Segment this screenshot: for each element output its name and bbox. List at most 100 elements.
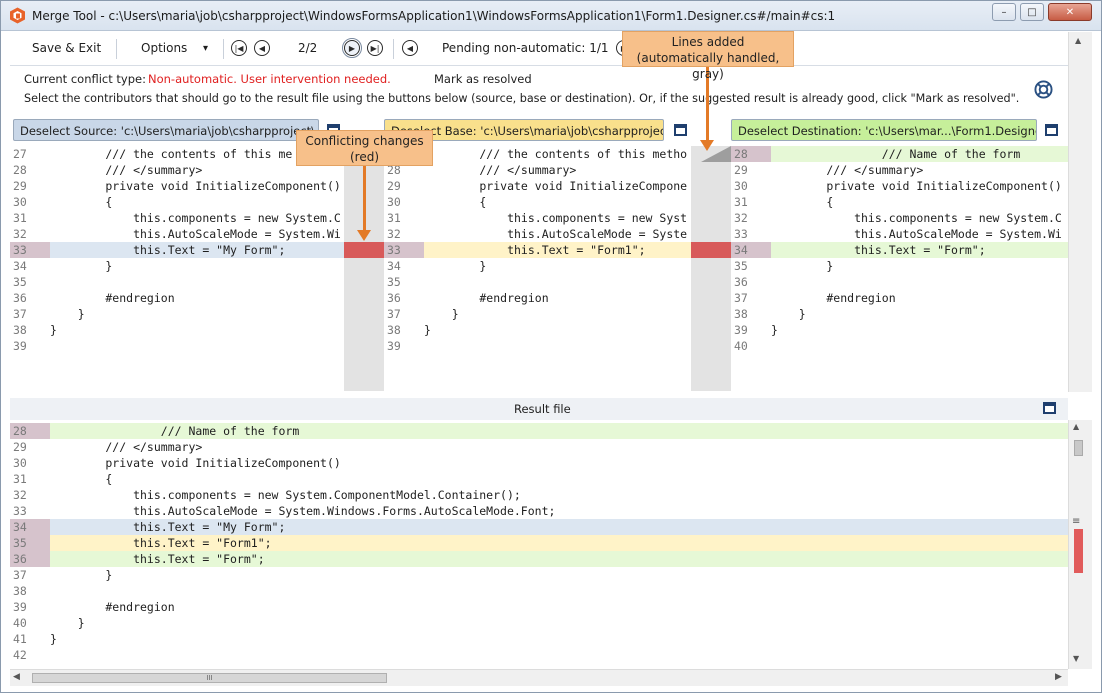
scroll-thumb[interactable] <box>1074 440 1083 456</box>
code-line: 28 /// Name of the form <box>10 423 1068 439</box>
toolbar: Save & Exit Options ▾ |◀ ◀ 2/2 ▶ ▶| ◀ Pe… <box>10 32 1068 66</box>
code-line: 39} <box>731 322 1068 338</box>
scroll-grip-icon: ≡ <box>1072 516 1081 527</box>
line-text: /// </summary> <box>771 163 924 177</box>
deselect-destination-button[interactable]: Deselect Destination: 'c:\Users\mar...\F… <box>731 119 1037 141</box>
code-line: 34 this.Text = "My Form"; <box>10 519 1068 535</box>
line-number: 29 <box>734 163 748 177</box>
horizontal-scroll-thumb[interactable]: III <box>32 673 387 683</box>
code-line: 30 { <box>10 194 344 210</box>
base-pane[interactable]: 27 /// the contents of this metho28 /// … <box>384 146 691 391</box>
minimize-button[interactable]: – <box>992 3 1016 21</box>
code-line: 40 <box>731 338 1068 354</box>
line-text: } <box>771 259 834 273</box>
code-line: 37 } <box>10 567 1068 583</box>
line-number: 39 <box>387 339 401 353</box>
base-code: 27 /// the contents of this metho28 /// … <box>384 146 691 354</box>
top-vertical-scrollbar[interactable]: ▲ <box>1068 32 1092 392</box>
added-lines-arrowhead <box>700 140 714 151</box>
code-line: 35 <box>10 274 344 290</box>
code-line: 33 this.AutoScaleMode = System.Wi <box>731 226 1068 242</box>
line-text: } <box>771 323 778 337</box>
code-line: 33 this.Text = "My Form"; <box>10 242 344 258</box>
toolbar-separator <box>223 39 224 59</box>
line-number: 39 <box>734 323 748 337</box>
line-number: 40 <box>13 616 27 630</box>
result-title: Result file <box>514 402 571 416</box>
source-code: 27 /// the contents of this me 28 /// </s… <box>10 146 344 354</box>
destination-code: 28 /// Name of the form 29 /// </summary>… <box>731 146 1068 354</box>
line-number: 36 <box>734 275 748 289</box>
chevron-down-icon[interactable]: ▾ <box>203 43 208 54</box>
line-text: } <box>50 632 57 646</box>
line-number: 38 <box>13 323 27 337</box>
code-line: 34 } <box>384 258 691 274</box>
line-text: #endregion <box>50 600 175 614</box>
line-number: 40 <box>734 339 748 353</box>
result-header: Result file <box>10 398 1068 420</box>
code-line: 34 } <box>10 258 344 274</box>
code-line: 31 this.components = new System.C <box>10 210 344 226</box>
maximize-base-icon[interactable] <box>674 124 687 136</box>
destination-pane[interactable]: 28 /// Name of the form 29 /// </summary>… <box>731 146 1068 391</box>
deselect-source-button[interactable]: Deselect Source: 'c:\Users\maria\job\csh… <box>13 119 319 141</box>
last-conflict-icon[interactable]: ▶| <box>367 40 383 56</box>
code-line: 38} <box>384 322 691 338</box>
help-lifebuoy-icon[interactable] <box>1034 80 1053 99</box>
code-line: 37 } <box>384 306 691 322</box>
result-horizontal-scrollbar[interactable]: ◀ III ▶ <box>10 669 1068 686</box>
code-line: 38 } <box>731 306 1068 322</box>
source-pane[interactable]: 27 /// the contents of this me 28 /// </s… <box>10 146 344 391</box>
line-text: /// the contents of this metho <box>424 147 688 161</box>
code-line: 35 <box>384 274 691 290</box>
line-text: #endregion <box>50 291 175 305</box>
line-number: 37 <box>13 568 27 582</box>
line-number: 42 <box>13 648 27 662</box>
save-exit-button[interactable]: Save & Exit <box>32 41 101 55</box>
plastic-logo-icon <box>10 7 25 24</box>
title-bar: Merge Tool - c:\Users\maria\job\csharppr… <box>1 1 1101 31</box>
line-number: 33 <box>734 227 748 241</box>
code-line: 32 this.components = new System.C <box>731 210 1068 226</box>
line-number: 36 <box>387 291 401 305</box>
code-line: 32 this.components = new System.Componen… <box>10 487 1068 503</box>
line-number: 35 <box>10 535 50 551</box>
code-line: 37 #endregion <box>731 290 1068 306</box>
mark-resolved-button[interactable]: Mark as resolved <box>434 72 532 86</box>
line-number: 37 <box>387 307 401 321</box>
code-line: 38 <box>10 583 1068 599</box>
line-number: 32 <box>734 211 748 225</box>
line-number: 35 <box>734 259 748 273</box>
code-line: 38} <box>10 322 344 338</box>
maximize-result-icon[interactable] <box>1043 402 1056 414</box>
line-text: /// </summary> <box>50 163 203 177</box>
line-number: 30 <box>387 195 401 209</box>
code-line: 35 this.Text = "Form1"; <box>10 535 1068 551</box>
code-line: 29 private void InitializeComponent() <box>10 178 344 194</box>
line-text: } <box>50 568 113 582</box>
previous-conflict-icon[interactable]: ◀ <box>254 40 270 56</box>
line-text: this.AutoScaleMode = System.Wi <box>771 227 1062 241</box>
first-conflict-icon[interactable]: |◀ <box>231 40 247 56</box>
options-button[interactable]: Options <box>141 41 187 55</box>
result-vertical-scrollbar[interactable]: ▲ ≡ ▼ <box>1068 420 1092 669</box>
line-number: 38 <box>13 584 27 598</box>
maximize-destination-icon[interactable] <box>1045 124 1058 136</box>
maximize-button[interactable]: □ <box>1020 3 1044 21</box>
code-line: 40 } <box>10 615 1068 631</box>
line-text: this.Text = "My Form"; <box>50 520 286 534</box>
code-line: 42 <box>10 647 1068 663</box>
next-conflict-icon[interactable]: ▶ <box>342 38 362 58</box>
merge-tool-window: Merge Tool - c:\Users\maria\job\csharppr… <box>0 0 1102 693</box>
code-line: 32 this.AutoScaleMode = System.Wi <box>10 226 344 242</box>
window-title: Merge Tool - c:\Users\maria\job\csharppr… <box>32 9 836 23</box>
previous-pending-icon[interactable]: ◀ <box>402 40 418 56</box>
line-text: /// </summary> <box>50 440 203 454</box>
result-pane[interactable]: 28 /// Name of the form 29 /// </summary>… <box>10 423 1068 669</box>
close-button[interactable]: ✕ <box>1048 3 1092 21</box>
conflict-counter: 2/2 <box>298 41 318 55</box>
line-text: private void InitializeComponent() <box>50 179 341 193</box>
conflict-type-value: Non-automatic. User intervention needed. <box>148 72 391 86</box>
line-text: private void InitializeComponent() <box>50 456 341 470</box>
line-text: } <box>424 323 431 337</box>
